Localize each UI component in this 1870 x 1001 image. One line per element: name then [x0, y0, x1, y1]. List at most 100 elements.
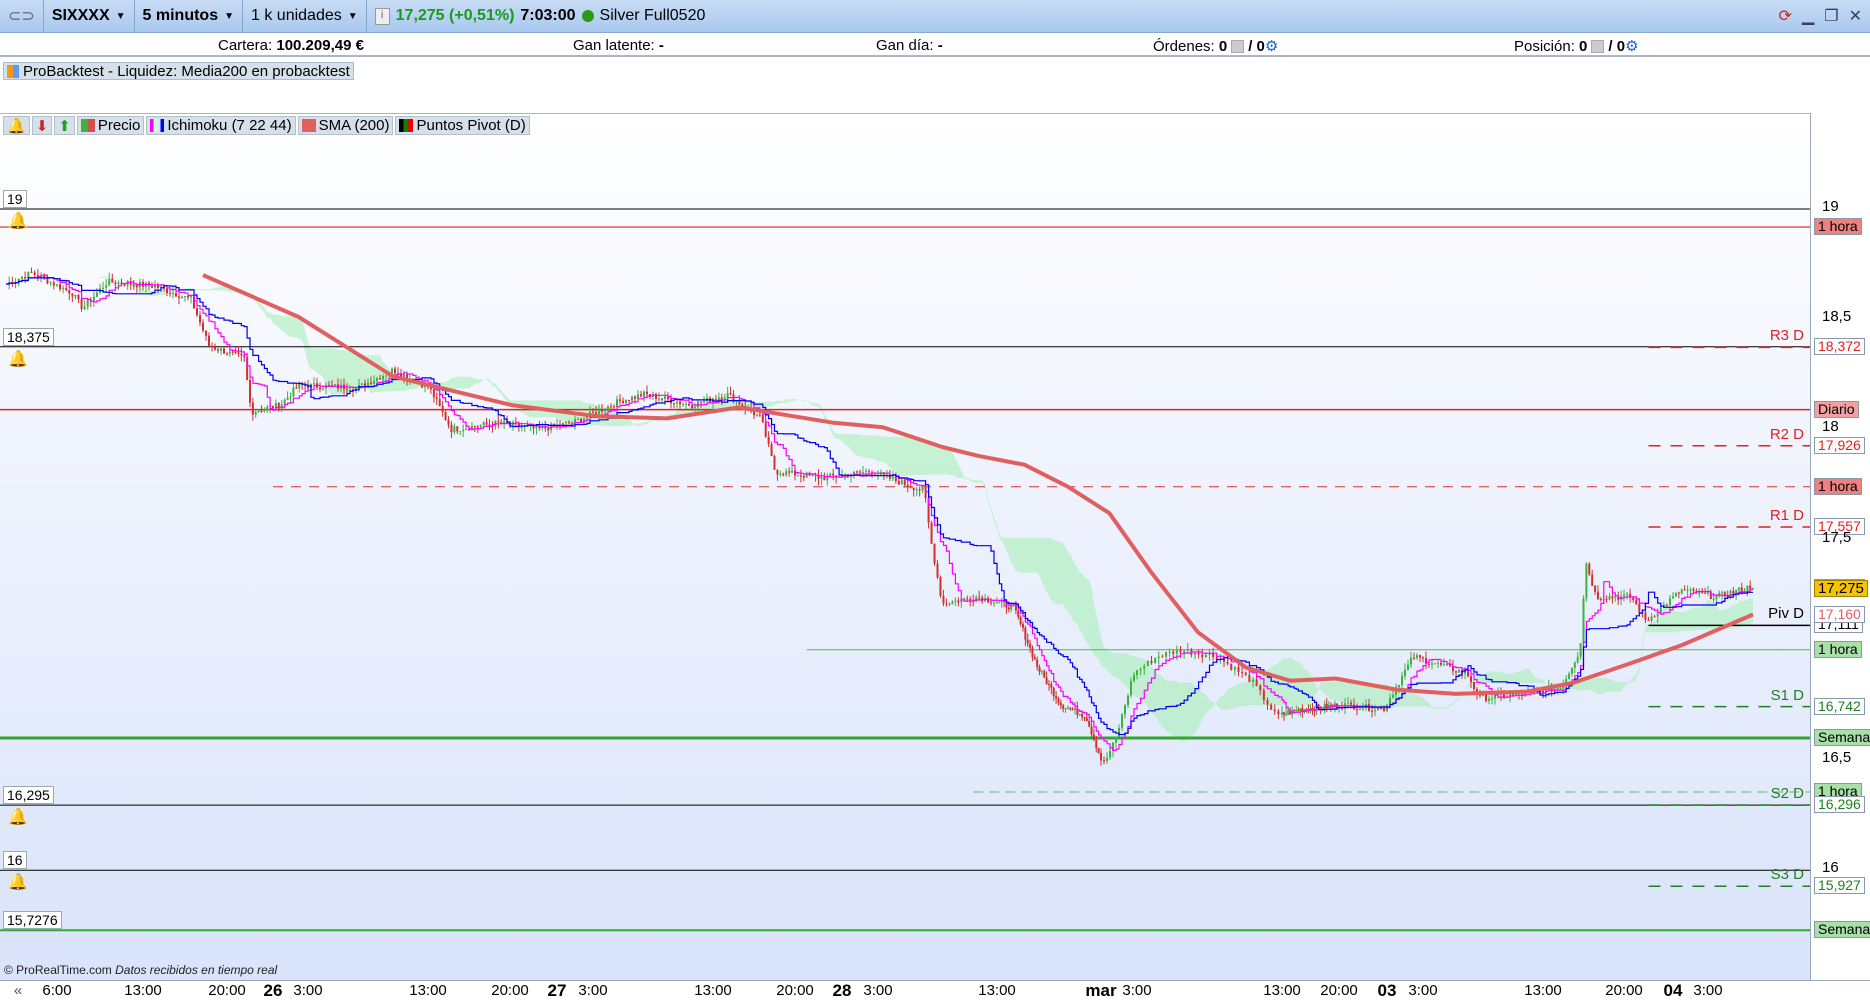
candle [1121, 714, 1123, 728]
level-left-label: 16 [3, 851, 27, 870]
candle [628, 399, 630, 401]
candle [619, 399, 621, 401]
price-chart[interactable] [0, 0, 1870, 1000]
candle [1273, 709, 1276, 712]
candle [77, 294, 80, 300]
candle [1740, 587, 1743, 592]
candle [1665, 604, 1668, 606]
candle [799, 475, 802, 477]
candle [1017, 610, 1020, 617]
candle [108, 278, 111, 286]
candle [1413, 657, 1415, 659]
legend-sma[interactable]: SMA (200) [297, 116, 394, 135]
candle [453, 426, 456, 433]
alert-bell-icon[interactable]: 🔔 [8, 807, 28, 827]
candle [755, 414, 758, 416]
candle [998, 601, 1001, 603]
legend-ichimoku[interactable]: Ichimoku (7 22 44) [146, 116, 296, 135]
time-tick-label: 03 [1377, 981, 1397, 1000]
candle [894, 477, 897, 481]
candle [1270, 704, 1273, 710]
candle [1022, 624, 1024, 628]
candle [694, 406, 696, 409]
candle [1389, 697, 1391, 705]
candle [1007, 607, 1010, 610]
candle [56, 284, 58, 286]
level-left-label: 18,375 [3, 327, 54, 346]
candle [485, 422, 488, 425]
candle [580, 418, 582, 422]
scroll-left-icon[interactable]: « [14, 982, 22, 999]
alert-bell-icon[interactable]: 🔔 [8, 872, 28, 892]
backtest-label[interactable]: ProBacktest - Liquidez: Media200 en prob… [3, 62, 354, 80]
candle [1689, 589, 1692, 591]
candle [234, 352, 237, 354]
candle [1683, 589, 1686, 591]
price-tag: 17,160 [1814, 605, 1865, 623]
candle [1482, 694, 1484, 696]
candle [616, 399, 618, 407]
candle [214, 347, 216, 350]
alert-bell-icon[interactable]: 🔔 [8, 211, 28, 231]
candle [373, 381, 375, 385]
level-left-label: 15,7276 [3, 911, 62, 930]
candle [1596, 591, 1599, 600]
candle [228, 351, 231, 354]
candle [1485, 694, 1487, 701]
buy-arrow-button[interactable]: ⬆ [54, 116, 75, 135]
price-tag: 1 hora [1814, 218, 1862, 236]
candle [565, 422, 567, 424]
candle [1380, 708, 1382, 710]
candle [346, 389, 348, 391]
legend-pivot[interactable]: Puntos Pivot (D) [395, 116, 530, 135]
candle [1672, 596, 1674, 599]
time-tick-label: 27 [547, 981, 567, 1000]
candle [592, 411, 594, 413]
candle [199, 315, 201, 323]
alert-bell-button[interactable]: 🔔 [3, 116, 30, 135]
candle [292, 387, 295, 397]
candle [1470, 676, 1472, 683]
time-tick-label: 3:00 [863, 982, 893, 999]
candle [957, 600, 960, 603]
time-axis[interactable]: « 6:00 13:00 20:00 26 3:00 13:00 20:00 27 3:00 13:… [0, 980, 1870, 1000]
candle [1419, 655, 1421, 658]
backtest-text: ProBacktest - Liquidez: Media200 en prob… [23, 62, 350, 80]
candle [488, 424, 491, 426]
candle [1401, 676, 1403, 685]
level-left-label: 16,295 [3, 786, 54, 805]
candle [447, 419, 450, 425]
candle [473, 425, 476, 427]
candle [157, 285, 159, 288]
candle [1133, 675, 1135, 681]
candle [1434, 663, 1436, 665]
candle [260, 410, 263, 412]
price-tick-label: 17,5 [1822, 528, 1852, 546]
price-axis[interactable] [1810, 113, 1870, 980]
candle [1095, 739, 1098, 749]
candle [322, 388, 324, 390]
legend-precio[interactable]: Precio [76, 116, 145, 135]
alert-bell-icon[interactable]: 🔔 [8, 349, 28, 369]
time-tick-label: 20:00 [491, 982, 529, 999]
sell-arrow-button[interactable]: ⬇ [31, 116, 53, 135]
candle [367, 382, 369, 387]
candle [1230, 663, 1233, 670]
candle [394, 368, 396, 374]
candle [963, 598, 966, 600]
candle [945, 603, 948, 605]
candle [1570, 667, 1573, 674]
candle [859, 471, 861, 473]
candle [435, 397, 438, 400]
candle [117, 282, 120, 285]
candle [1055, 696, 1058, 699]
candle [664, 396, 666, 399]
pivot-label: Piv D [1768, 605, 1804, 623]
candle [1732, 590, 1735, 594]
candle [1026, 639, 1029, 644]
candle [909, 486, 912, 488]
candle [868, 471, 870, 473]
time-tick-label: 13:00 [409, 982, 447, 999]
time-tick-label: 3:00 [1122, 982, 1152, 999]
candle [166, 288, 168, 293]
